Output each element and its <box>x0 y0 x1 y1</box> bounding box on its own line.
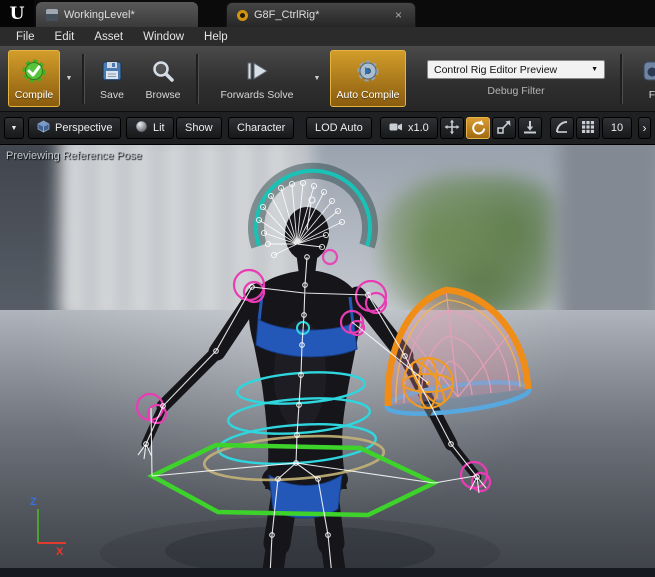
auto-compile-button[interactable]: Auto Compile <box>330 50 406 107</box>
grid-icon <box>581 120 595 137</box>
debug-filter-label: Debug Filter <box>487 85 545 97</box>
rotation-snap-button[interactable] <box>550 117 574 139</box>
snap-floor-icon <box>522 119 538 138</box>
binoculars-icon <box>643 56 655 86</box>
close-icon[interactable]: × <box>392 8 405 22</box>
character-button[interactable]: Character <box>228 117 295 139</box>
viewport-bottom-strip <box>0 568 655 577</box>
level-icon <box>46 8 58 21</box>
menu-help[interactable]: Help <box>194 29 238 45</box>
menu-asset[interactable]: Asset <box>84 29 133 45</box>
show-label: Show <box>185 122 213 134</box>
menu-file[interactable]: File <box>6 29 45 45</box>
protractor-icon <box>554 119 570 138</box>
viewport-3d[interactable]: Z X Previewing Reference Pose <box>0 145 655 577</box>
tab-label: WorkingLevel* <box>64 8 135 21</box>
browse-label: Browse <box>145 89 181 101</box>
tab-bar: U WorkingLevel* G8F_CtrlRig* × <box>0 0 655 27</box>
camera-speed-button[interactable]: x1.0 <box>380 117 438 139</box>
unreal-control-rig-editor: U WorkingLevel* G8F_CtrlRig* × File Edit… <box>0 0 655 577</box>
character-label: Character <box>237 122 286 134</box>
grid-snap-button[interactable] <box>576 117 600 139</box>
browse-button[interactable]: Browse <box>138 50 188 107</box>
toolbar-separator <box>196 54 199 104</box>
auto-compile-label: Auto Compile <box>336 89 400 101</box>
axis-gizmo: Z X <box>30 496 66 558</box>
toolbar-separator <box>620 54 623 104</box>
perspective-label: Perspective <box>55 122 113 134</box>
control-rig-icon <box>237 9 248 21</box>
camera-speed-label: x1.0 <box>408 122 429 134</box>
step-forward-icon <box>242 56 272 86</box>
toolbar-separator <box>82 54 85 104</box>
debug-filter-dropdown[interactable]: Control Rig Editor Preview ▼ <box>427 60 605 79</box>
unreal-logo-icon[interactable]: U <box>0 0 34 27</box>
toolbar-expand-chevron[interactable]: › <box>638 117 651 139</box>
debug-filter-group: Control Rig Editor Preview ▼ Debug Filte… <box>418 50 614 97</box>
find-label: Fin <box>648 89 655 101</box>
move-tool-button[interactable] <box>440 117 464 139</box>
cube-icon <box>37 120 50 136</box>
tab-label: G8F_CtrlRig* <box>254 9 320 21</box>
perspective-button[interactable]: Perspective <box>28 117 122 139</box>
save-button[interactable]: Save <box>90 50 134 107</box>
forwards-solve-dropdown[interactable]: ▼ <box>310 50 324 107</box>
lod-label: LOD Auto <box>315 122 363 134</box>
axis-z-label: Z <box>30 496 37 508</box>
gear-icon <box>355 56 381 86</box>
viewport-toolbar: ▼ Perspective Lit Show Character LOD Aut… <box>0 112 655 145</box>
sphere-icon <box>135 120 148 136</box>
forwards-solve-label: Forwards Solve <box>220 89 294 101</box>
move-arrows-icon <box>444 119 460 138</box>
lit-label: Lit <box>153 122 165 134</box>
camera-icon <box>389 120 403 137</box>
scale-tool-button[interactable] <box>492 117 516 139</box>
floppy-icon <box>100 56 124 86</box>
compile-button[interactable]: Compile <box>8 50 60 107</box>
show-button[interactable]: Show <box>176 117 222 139</box>
gear-check-icon <box>21 56 47 86</box>
viewport-status-text: Previewing Reference Pose <box>6 150 142 162</box>
lit-button[interactable]: Lit <box>126 117 174 139</box>
grid-snap-value-button[interactable]: 10 <box>602 117 632 139</box>
menu-bar: File Edit Asset Window Help <box>0 27 655 46</box>
forwards-solve-button[interactable]: Forwards Solve <box>206 50 308 107</box>
lod-button[interactable]: LOD Auto <box>306 117 372 139</box>
save-label: Save <box>100 89 124 101</box>
rotate-circle-icon <box>470 119 486 138</box>
viewport-options-dropdown[interactable]: ▼ <box>4 117 24 139</box>
main-toolbar: Compile ▼ Save Browse Forwards Solve ▼ A… <box>0 46 655 112</box>
scene-overlay: Z X <box>30 162 532 577</box>
grid-snap-value: 10 <box>610 122 624 134</box>
tab-working-level[interactable]: WorkingLevel* <box>36 2 198 27</box>
magnifier-icon <box>151 56 175 86</box>
caret-down-icon: ▼ <box>591 66 598 73</box>
menu-edit[interactable]: Edit <box>45 29 85 45</box>
find-button[interactable]: Fin <box>628 50 655 107</box>
rotate-tool-button[interactable] <box>466 117 490 139</box>
snap-floor-button[interactable] <box>518 117 542 139</box>
compile-dropdown[interactable]: ▼ <box>62 50 76 107</box>
axis-x-label: X <box>56 546 64 558</box>
tab-ctrlrig[interactable]: G8F_CtrlRig* × <box>226 2 416 27</box>
debug-filter-value: Control Rig Editor Preview <box>434 63 558 76</box>
menu-window[interactable]: Window <box>133 29 194 45</box>
compile-label: Compile <box>14 89 54 101</box>
scale-arrows-icon <box>496 119 512 138</box>
